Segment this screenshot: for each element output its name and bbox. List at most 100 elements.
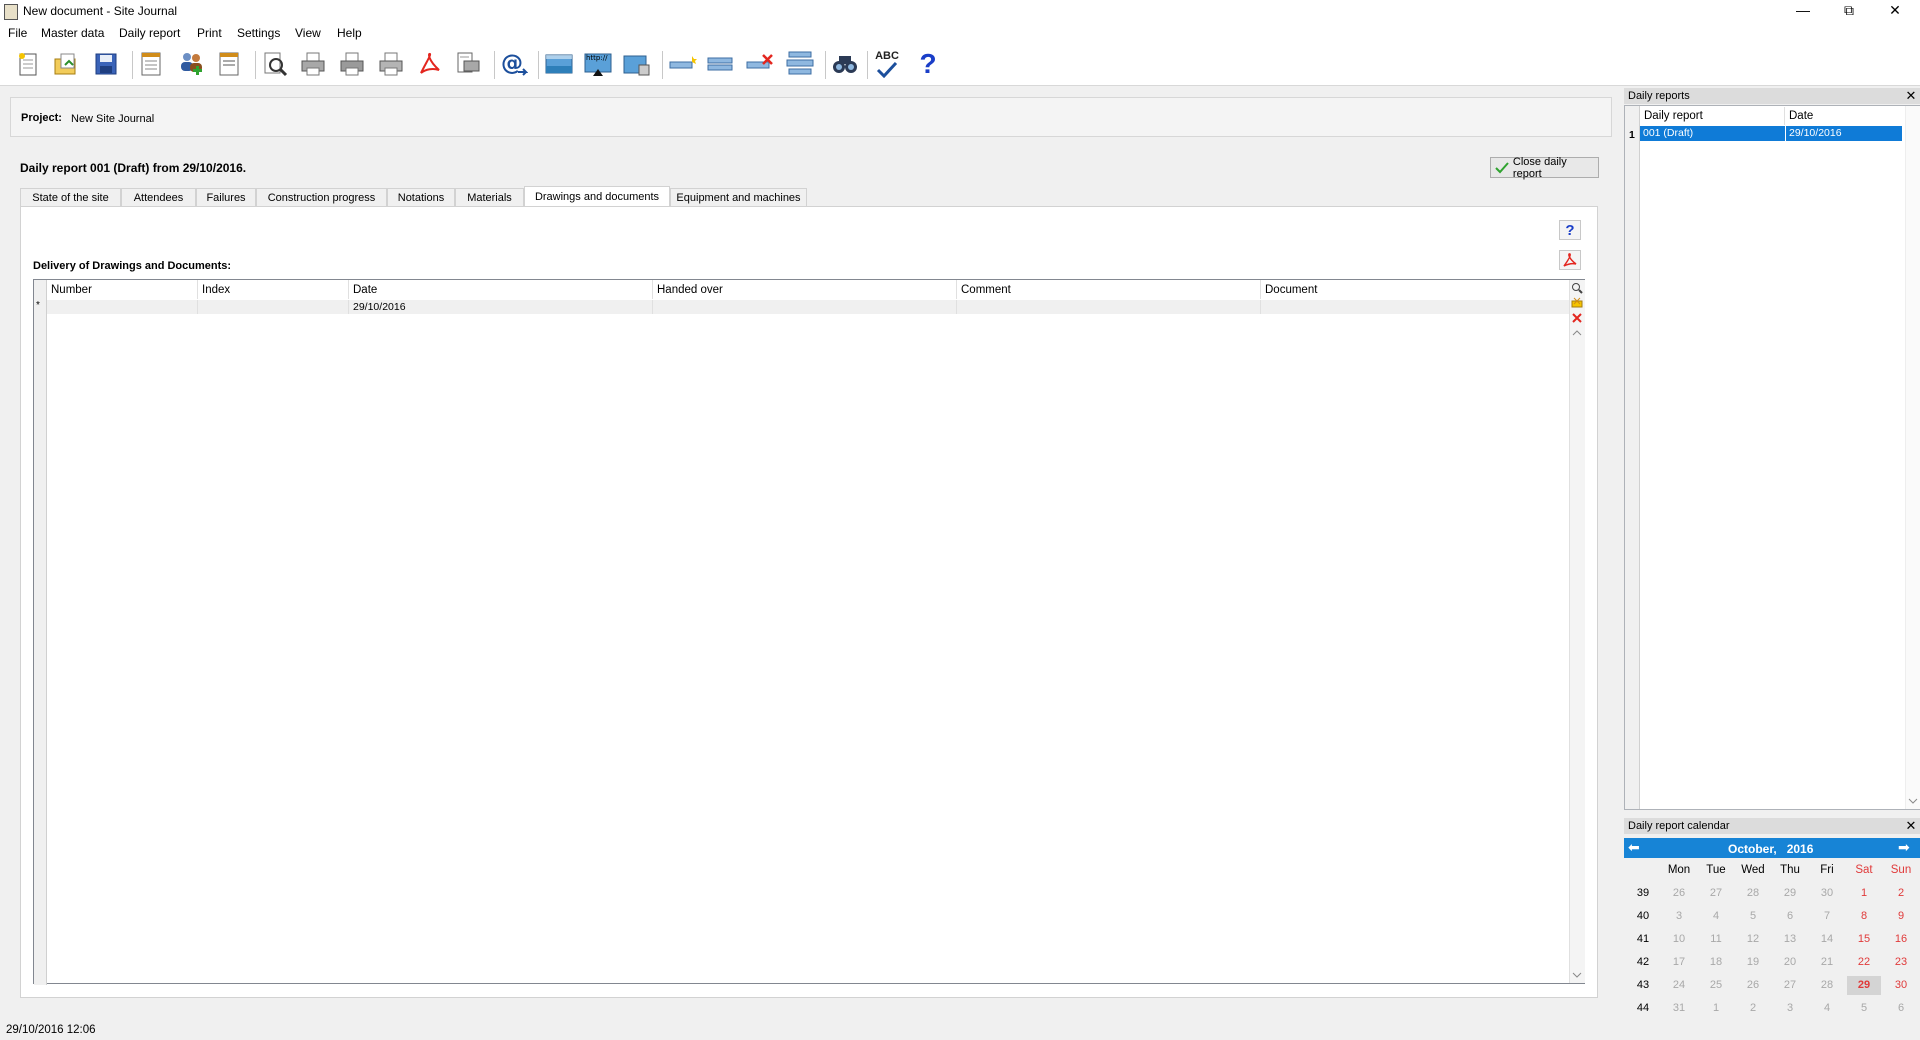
calendar-day[interactable]: 16 (1884, 933, 1918, 945)
calendar-day[interactable]: 27 (1699, 887, 1733, 899)
calendar-day[interactable]: 2 (1736, 1002, 1770, 1014)
calendar-day[interactable]: 27 (1773, 979, 1807, 991)
grid-search-icon[interactable] (1570, 281, 1584, 295)
calendar-day[interactable]: 26 (1736, 979, 1770, 991)
menu-settings[interactable]: Settings (237, 26, 280, 40)
export-image-icon[interactable] (622, 49, 652, 79)
page-setup-icon[interactable] (214, 49, 244, 79)
open-document-icon[interactable] (51, 49, 81, 79)
menu-help[interactable]: Help (337, 26, 362, 40)
calendar-day[interactable]: 17 (1662, 956, 1696, 968)
menu-file[interactable]: File (8, 26, 27, 40)
calendar-day[interactable]: 30 (1810, 887, 1844, 899)
column-header-daily-report[interactable]: Daily report (1640, 107, 1785, 125)
tab-equipment-and-machines[interactable]: Equipment and machines (670, 188, 807, 206)
tab-state-of-the-site[interactable]: State of the site (20, 188, 121, 206)
column-header-handed-over[interactable]: Handed over (653, 280, 957, 299)
calendar-day[interactable]: 9 (1884, 910, 1918, 922)
calendar-day[interactable]: 31 (1662, 1002, 1696, 1014)
tab-attendees[interactable]: Attendees (121, 188, 196, 206)
column-header-index[interactable]: Index (198, 280, 349, 299)
calendar-day[interactable]: 1 (1847, 887, 1881, 899)
close-daily-reports-panel-icon[interactable]: ✕ (1904, 89, 1918, 103)
close-window-button[interactable]: ✕ (1872, 0, 1918, 23)
move-entry-icon[interactable] (785, 49, 815, 79)
reports-scrollbar[interactable] (1905, 106, 1920, 809)
tab-drawings-and-documents[interactable]: Drawings and documents (524, 186, 670, 207)
calendar-day-selected[interactable]: 29 (1847, 976, 1881, 995)
calendar-month-year[interactable]: October, 2016 (1728, 842, 1813, 856)
close-calendar-panel-icon[interactable]: ✕ (1904, 819, 1918, 833)
save-icon[interactable] (91, 49, 121, 79)
grid-scrollbar[interactable] (1569, 280, 1585, 983)
cell-handed-over[interactable] (653, 300, 957, 314)
calendar-day[interactable]: 10 (1662, 933, 1696, 945)
calendar-day[interactable]: 12 (1736, 933, 1770, 945)
print-all-icon[interactable] (337, 49, 367, 79)
calendar-day[interactable]: 3 (1662, 910, 1696, 922)
column-header-comment[interactable]: Comment (957, 280, 1261, 299)
print-icon[interactable] (298, 49, 328, 79)
print-quick-icon[interactable] (376, 49, 406, 79)
calendar-day[interactable]: 18 (1699, 956, 1733, 968)
calendar-day[interactable]: 24 (1662, 979, 1696, 991)
calendar-day[interactable]: 7 (1810, 910, 1844, 922)
calendar-day[interactable]: 29 (1773, 887, 1807, 899)
calendar-day[interactable]: 19 (1736, 956, 1770, 968)
close-daily-report-button[interactable]: Close daily report (1490, 156, 1599, 180)
people-icon[interactable] (176, 49, 206, 79)
insert-entry-icon[interactable] (706, 49, 736, 79)
calendar-day[interactable]: 28 (1736, 887, 1770, 899)
calendar-day[interactable]: 11 (1699, 933, 1733, 945)
insert-image-icon[interactable] (544, 49, 574, 79)
menu-print[interactable]: Print (197, 26, 222, 40)
tab-construction-progress[interactable]: Construction progress (256, 188, 387, 206)
cell-document[interactable] (1261, 300, 1569, 314)
scroll-down-icon[interactable] (1570, 968, 1584, 982)
print-preview-icon[interactable] (260, 49, 290, 79)
tab-materials[interactable]: Materials (455, 188, 524, 206)
calendar-day[interactable]: 4 (1699, 910, 1733, 922)
calendar-day[interactable]: 28 (1810, 979, 1844, 991)
calendar-day[interactable]: 4 (1810, 1002, 1844, 1014)
web-image-icon[interactable]: http:// (583, 49, 613, 79)
calendar-day[interactable]: 6 (1884, 1002, 1918, 1014)
grid-add-row-icon[interactable] (1570, 296, 1584, 310)
calendar-day[interactable]: 23 (1884, 956, 1918, 968)
column-header-number[interactable]: Number (47, 280, 198, 299)
cell-comment[interactable] (957, 300, 1261, 314)
calendar-day[interactable]: 5 (1736, 910, 1770, 922)
cell-date[interactable]: 29/10/2016 (349, 300, 653, 314)
calendar-day[interactable]: 25 (1699, 979, 1733, 991)
help-icon[interactable]: ? (913, 48, 943, 79)
calendar-day[interactable]: 8 (1847, 910, 1881, 922)
column-header-report-date[interactable]: Date (1785, 107, 1902, 125)
calendar-day[interactable]: 22 (1847, 956, 1881, 968)
section-pdf-button[interactable] (1559, 250, 1581, 270)
calendar-day[interactable]: 6 (1773, 910, 1807, 922)
section-help-button[interactable]: ? (1559, 220, 1581, 240)
calendar-day[interactable]: 30 (1884, 979, 1918, 991)
calendar-day[interactable]: 21 (1810, 956, 1844, 968)
export-document-icon[interactable] (453, 49, 483, 79)
calendar-day[interactable]: 2 (1884, 887, 1918, 899)
delete-entry-icon[interactable] (745, 49, 775, 79)
new-document-icon[interactable] (13, 49, 43, 79)
email-icon[interactable]: @ (499, 49, 529, 79)
tab-failures[interactable]: Failures (196, 188, 256, 206)
calendar-day[interactable]: 13 (1773, 933, 1807, 945)
column-header-document[interactable]: Document (1261, 280, 1569, 299)
cell-number[interactable] (47, 300, 198, 314)
maximize-button[interactable]: ⧉ (1826, 0, 1872, 23)
tab-notations[interactable]: Notations (387, 188, 455, 206)
report-list-icon[interactable] (136, 49, 166, 79)
calendar-next-icon[interactable]: ➡ (1898, 839, 1910, 856)
column-header-date[interactable]: Date (349, 280, 653, 299)
cell-index[interactable] (198, 300, 349, 314)
grid-delete-row-icon[interactable] (1570, 311, 1584, 325)
calendar-day[interactable]: 3 (1773, 1002, 1807, 1014)
calendar-day[interactable]: 20 (1773, 956, 1807, 968)
menu-master-data[interactable]: Master data (41, 26, 104, 40)
add-entry-icon[interactable] (668, 49, 698, 79)
spellcheck-icon[interactable]: ABC (872, 49, 902, 79)
